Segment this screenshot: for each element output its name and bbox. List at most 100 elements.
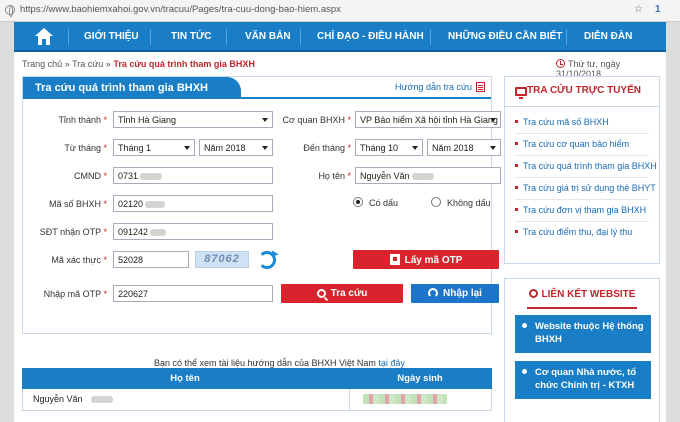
province-select[interactable]: Tỉnh Hà Giang <box>113 111 273 128</box>
breadcrumb-lookup[interactable]: Tra cứu <box>72 59 103 69</box>
chevron-down-icon <box>490 146 496 150</box>
redacted-text <box>411 173 434 180</box>
from-month-select[interactable]: Tháng 1 <box>113 139 195 156</box>
results-table: Họ tên Ngày sinh Nguyễn Văn <box>22 368 492 422</box>
link-bhxh-system[interactable]: Website thuộc Hệ thống BHXH <box>515 315 651 353</box>
breadcrumb: Trang chủ » Tra cứu » Tra cứu quá trình … <box>22 59 255 69</box>
main-nav: GIỚI THIỆU TIN TỨC VĂN BẢN CHỈ ĐẠO - ĐIỀ… <box>14 22 666 52</box>
sidebar-link-bhxh-number[interactable]: Tra cứu mã số BHXH <box>515 117 609 127</box>
nav-separator <box>566 29 567 45</box>
accent-off-radio[interactable] <box>431 197 441 207</box>
sidebar-link-participation[interactable]: Tra cứu quá trình tham gia BHXH <box>515 161 657 171</box>
reload-icon <box>428 288 439 298</box>
phone-otp-label: SĐT nhận OTP * <box>39 227 107 237</box>
divider <box>515 177 649 178</box>
province-label: Tỉnh thành * <box>58 115 107 125</box>
sidebar-link-bhyt-card[interactable]: Tra cứu giá trị sử dụng thẻ BHYT <box>515 183 656 193</box>
globe-icon <box>5 5 15 17</box>
extension-icon[interactable]: 1 <box>655 4 661 15</box>
otp-code-input[interactable]: 220627 <box>113 285 273 302</box>
clock-icon <box>556 59 565 68</box>
agency-select[interactable]: VP Bảo hiểm Xã hội tỉnh Hà Giang <box>355 111 501 128</box>
nav-item-need-to-know[interactable]: NHỮNG ĐIỀU CẦN BIẾT <box>448 31 562 42</box>
name-input[interactable]: Nguyễn Văn <box>355 167 501 184</box>
from-month-label: Từ tháng * <box>64 143 107 153</box>
address-url[interactable]: https://www.baohiemxahoi.gov.vn/tracuu/P… <box>20 4 341 15</box>
breadcrumb-separator: » <box>64 59 70 69</box>
panel-title: Tra cứu quá trình tham gia BHXH <box>23 77 241 99</box>
name-label: Họ tên * <box>318 171 351 181</box>
nav-item-forum[interactable]: DIỄN ĐÀN <box>584 31 632 42</box>
sidebar-link-collection-points[interactable]: Tra cứu điểm thu, đại lý thu <box>515 227 632 237</box>
otp-code-label: Nhập mã OTP * <box>43 289 107 299</box>
link-state-agencies[interactable]: Cơ quan Nhà nước, tổ chức Chính trị - KT… <box>515 361 651 399</box>
nav-separator <box>68 29 69 45</box>
table-header: Họ tên Ngày sinh <box>22 368 492 389</box>
monitor-icon <box>515 87 527 99</box>
nav-separator <box>430 29 431 45</box>
accent-off-label: Không dấu <box>447 198 491 208</box>
document-icon <box>476 82 485 92</box>
reset-button[interactable]: Nhập lại <box>411 284 499 303</box>
to-month-label: Đến tháng * <box>303 143 351 153</box>
table-row: Nguyễn Văn <box>22 389 492 411</box>
cmnd-input[interactable]: 0731 <box>113 167 273 184</box>
from-year-select[interactable]: Năm 2018 <box>199 139 273 156</box>
bullet-icon <box>522 369 527 374</box>
accent-on-label: Có dấu <box>369 198 399 208</box>
phone-otp-input[interactable]: 091242 <box>113 223 273 240</box>
chevron-down-icon <box>262 146 268 150</box>
nav-separator <box>300 29 301 45</box>
guide-note-text: Bạn có thể xem tài liệu hướng dẫn của BH… <box>154 358 376 368</box>
column-name: Họ tên <box>170 373 200 384</box>
page: GIỚI THIỆU TIN TỨC VĂN BẢN CHỈ ĐẠO - ĐIỀ… <box>14 22 666 422</box>
bhxh-number-input[interactable]: 02120 <box>113 195 273 212</box>
chevron-down-icon <box>490 118 496 122</box>
row-name: Nguyễn Văn <box>33 394 83 404</box>
chevron-down-icon <box>262 118 268 122</box>
nav-item-direction[interactable]: CHỈ ĐẠO - ĐIỀU HÀNH <box>317 31 424 42</box>
captcha-input[interactable]: 52028 <box>113 251 189 268</box>
otp-icon <box>389 254 400 265</box>
lookup-panel: Tra cứu quá trình tham gia BHXH Hướng dẫ… <box>22 76 501 334</box>
redacted-text <box>145 201 166 208</box>
home-icon[interactable] <box>34 28 54 46</box>
captcha-image: 87062 <box>195 251 249 268</box>
to-month-select[interactable]: Tháng 10 <box>355 139 423 156</box>
redacted-text <box>150 229 167 236</box>
breadcrumb-current: Tra cứu quá trình tham gia BHXH <box>113 59 255 69</box>
guide-note-link[interactable]: tại đây <box>378 358 405 368</box>
divider <box>515 133 649 134</box>
nav-item-about[interactable]: GIỚI THIỆU <box>84 31 139 42</box>
guide-note: Bạn có thể xem tài liệu hướng dẫn của BH… <box>154 358 405 368</box>
sidebar-link-unit[interactable]: Tra cứu đơn vị tham gia BHXH <box>515 205 646 215</box>
bookmark-star-icon[interactable]: ☆ <box>634 4 643 15</box>
refresh-captcha-icon[interactable] <box>258 251 276 269</box>
nav-item-documents[interactable]: VĂN BẢN <box>245 31 291 42</box>
get-otp-button[interactable]: Lấy mã OTP <box>353 250 499 269</box>
divider <box>515 155 649 156</box>
bhxh-number-label: Mã số BHXH * <box>48 199 107 209</box>
to-year-select[interactable]: Năm 2018 <box>427 139 501 156</box>
title-underline <box>527 307 637 309</box>
column-divider <box>349 389 350 411</box>
sidebar-link-agency[interactable]: Tra cứu cơ quan bảo hiểm <box>515 139 629 149</box>
online-lookup-box: TRA CỨU TRỰC TUYẾN Tra cứu mã số BHXH Tr… <box>504 76 660 264</box>
website-links-box: LIÊN KẾT WEBSITE Website thuộc Hệ thống … <box>504 278 660 422</box>
nav-item-news[interactable]: TIN TỨC <box>171 31 212 42</box>
panel-header: Tra cứu quá trình tham gia BHXH Hướng dẫ… <box>23 77 491 99</box>
search-button[interactable]: Tra cứu <box>281 284 403 303</box>
chevron-down-icon <box>184 146 190 150</box>
guide-link[interactable]: Hướng dẫn tra cứu <box>395 82 485 92</box>
breadcrumb-separator: » <box>105 59 111 69</box>
captcha-label: Mã xác thực * <box>51 255 107 265</box>
accent-on-radio[interactable] <box>353 197 363 207</box>
bullet-icon <box>522 323 527 328</box>
breadcrumb-home[interactable]: Trang chủ <box>22 59 62 69</box>
network-icon <box>528 289 538 298</box>
online-lookup-title: TRA CỨU TRỰC TUYẾN <box>505 77 659 107</box>
redacted-text <box>91 396 113 403</box>
agency-label: Cơ quan BHXH * <box>282 115 351 125</box>
divider <box>515 199 649 200</box>
guide-link-text[interactable]: Hướng dẫn tra cứu <box>395 82 472 92</box>
